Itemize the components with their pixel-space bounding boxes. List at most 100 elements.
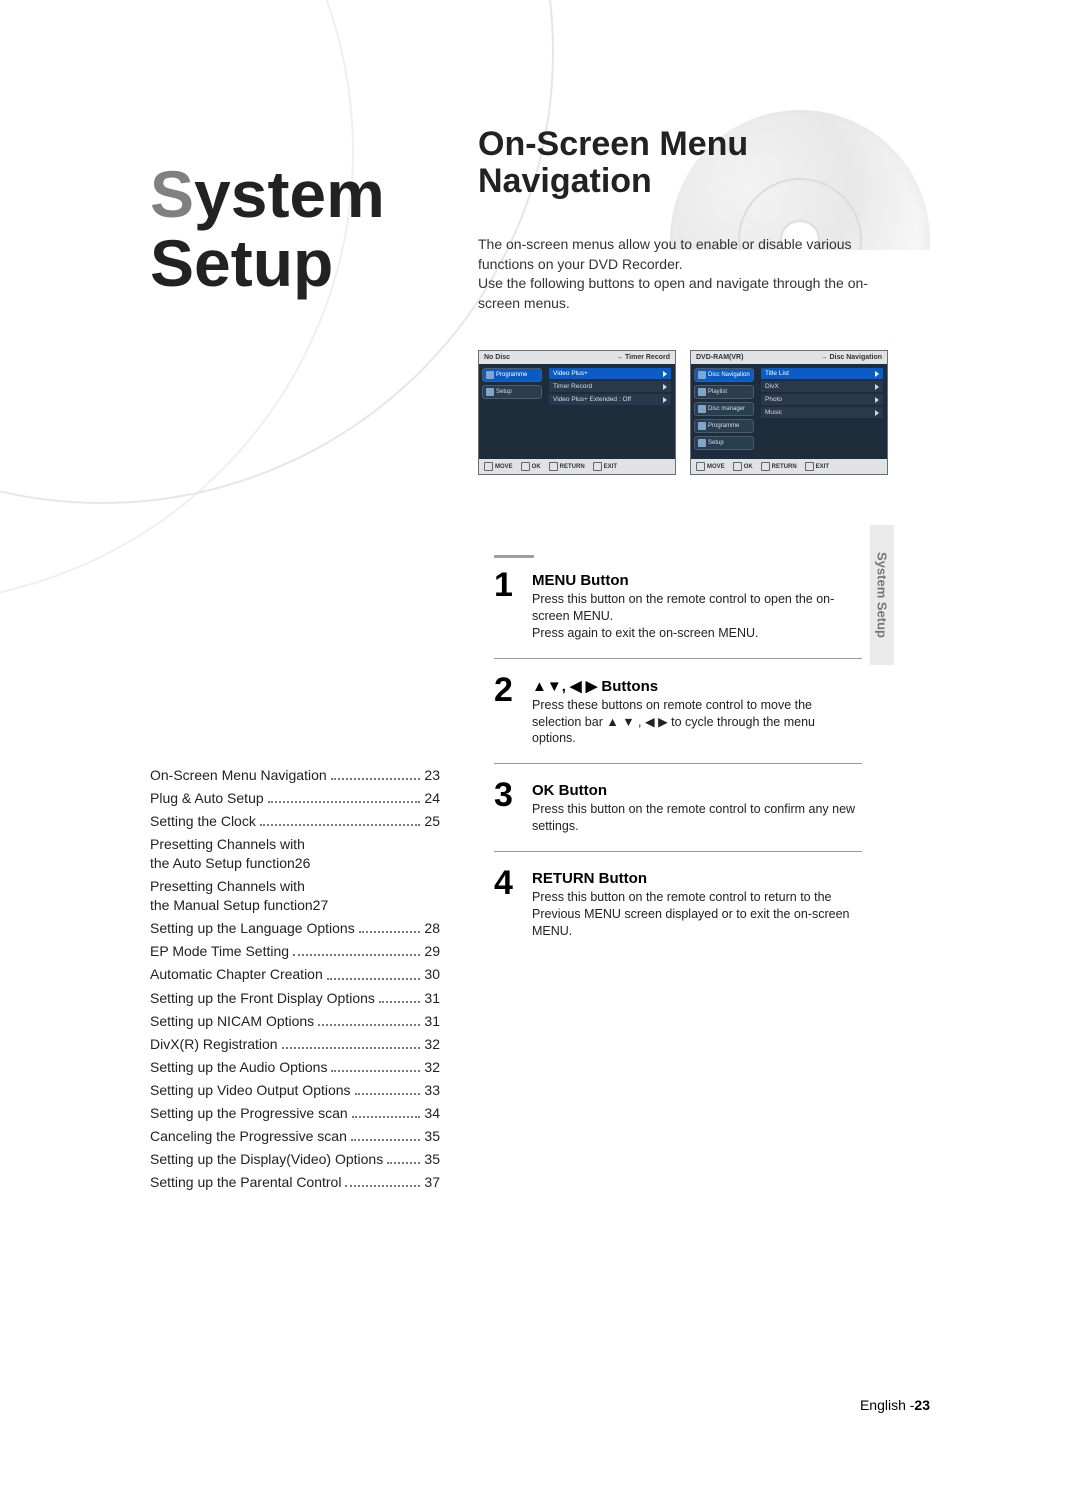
toc-entry: Setting up NICAM Options 31 xyxy=(150,1013,440,1029)
toc-page: 35 xyxy=(424,1151,440,1167)
nav-icon xyxy=(521,462,530,471)
toc-entry: Plug & Auto Setup 24 xyxy=(150,790,440,806)
toc-page: 30 xyxy=(424,966,440,982)
tab-icon xyxy=(698,388,706,396)
toc-entry: Canceling the Progressive scan35 xyxy=(150,1128,440,1144)
arrow-right-icon xyxy=(875,397,879,403)
toc-page: 28 xyxy=(424,920,440,936)
tab-icon xyxy=(698,405,706,413)
toc-title: Presetting Channels with xyxy=(150,878,440,894)
chapter-title-part: ystem xyxy=(194,157,385,231)
toc-dots xyxy=(387,1162,420,1164)
toc-title: On-Screen Menu Navigation xyxy=(150,767,327,783)
osd-dvdram: DVD-RAM(VR) → Disc Navigation Disc Navig… xyxy=(690,350,888,475)
steps-list: 1 MENU Button Press this button on the rem… xyxy=(494,555,862,972)
toc-dots xyxy=(351,1139,421,1141)
step-content: ▲▼, ◀ ▶ Buttons Press these buttons on re… xyxy=(532,675,862,748)
toc-page: 26 xyxy=(295,855,311,871)
step-body: Press this button on the remote control … xyxy=(532,889,862,940)
arrow-right-icon xyxy=(663,397,667,403)
osd-menu-item: Video Plus+ Extended : Off xyxy=(549,394,671,405)
toc-page: 24 xyxy=(424,790,440,806)
toc-title: Setting up the Language Options xyxy=(150,920,355,936)
toc-title: Plug & Auto Setup xyxy=(150,790,264,806)
toc-dots xyxy=(268,801,421,803)
nav-icon xyxy=(484,462,493,471)
toc-title: DivX(R) Registration xyxy=(150,1036,278,1052)
nav-icon xyxy=(805,462,814,471)
step: 2▲▼, ◀ ▶ ButtonsPress these buttons on r… xyxy=(494,675,862,765)
osd-tab: Disc Navigation xyxy=(694,368,754,382)
osd-menu-item: Timer Record xyxy=(549,381,671,392)
toc-title: the Manual Setup function xyxy=(150,897,313,913)
page-side-tab: System Setup xyxy=(870,525,894,665)
osd-menu: Video Plus+ Timer Record Video Plus+ Ext… xyxy=(545,364,675,459)
step-body: Press these buttons on remote control to… xyxy=(532,697,862,748)
step: 1 MENU Button Press this button on the rem… xyxy=(494,570,862,659)
step: 4RETURN ButtonPress this button on the r… xyxy=(494,868,862,956)
toc-page: 29 xyxy=(424,943,440,959)
osd-tab: Disc manager xyxy=(694,402,754,416)
toc-page: 34 xyxy=(424,1105,440,1121)
toc-entry: Setting up the Audio Options32 xyxy=(150,1059,440,1075)
osd-menu-item: Photo xyxy=(761,394,883,405)
page-footer: English -23 xyxy=(860,1397,930,1413)
osd-top-right: Disc Navigation xyxy=(829,354,882,361)
toc-entry: Setting up the Language Options 28 xyxy=(150,920,440,936)
osd-menu-item: DivX xyxy=(761,381,883,392)
toc-dots xyxy=(331,778,421,780)
osd-tab: Programme xyxy=(694,419,754,433)
toc-entry: Setting up the Front Display Options31 xyxy=(150,990,440,1006)
nav-icon xyxy=(593,462,602,471)
toc-dots xyxy=(345,1185,420,1187)
toc-dots xyxy=(260,824,421,826)
toc-entry: Presetting Channels with the Manual Setup… xyxy=(150,878,440,913)
toc-title: Automatic Chapter Creation xyxy=(150,966,323,982)
step-content: RETURN Button Press this button on the re… xyxy=(532,868,862,940)
osd-side-tabs: Disc Navigation Playlist Disc manager Pr… xyxy=(691,364,757,459)
step-body: Press this button on the remote control … xyxy=(532,801,862,835)
tab-icon xyxy=(698,371,706,379)
tab-icon xyxy=(486,371,494,379)
nav-icon xyxy=(733,462,742,471)
toc-title: Setting up NICAM Options xyxy=(150,1013,314,1029)
toc-title: Setting up the Display(Video) Options xyxy=(150,1151,383,1167)
osd-tab: Setup xyxy=(482,385,542,399)
osd-top-left: No Disc xyxy=(484,354,510,361)
toc-dots xyxy=(282,1047,421,1049)
toc-title: Setting up the Parental Control xyxy=(150,1174,341,1190)
step-number: 3 xyxy=(494,780,520,835)
osd-menu: Title List DivX Photo Music xyxy=(757,364,887,459)
toc-title: Setting up Video Output Options xyxy=(150,1082,351,1098)
toc-entry: DivX(R) Registration 32 xyxy=(150,1036,440,1052)
decorative-rule xyxy=(494,555,534,558)
toc-page: 35 xyxy=(424,1128,440,1144)
osd-menu-item: Video Plus+ xyxy=(549,368,671,379)
toc-page: 25 xyxy=(424,813,440,829)
toc-dots xyxy=(331,1070,420,1072)
toc-page: 27 xyxy=(313,897,329,913)
osd-tab: Programme xyxy=(482,368,542,382)
osd-top-right: Timer Record xyxy=(625,354,670,361)
toc-entry: Setting the Clock25 xyxy=(150,813,440,829)
step-title: ▲▼, ◀ ▶ Buttons xyxy=(532,677,862,695)
section-title: On-Screen Menu Navigation xyxy=(478,126,748,201)
step-number: 1 xyxy=(494,570,520,642)
step-title: RETURN Button xyxy=(532,870,862,887)
toc-page: 32 xyxy=(424,1036,440,1052)
toc-dots xyxy=(355,1093,421,1095)
toc-dots xyxy=(293,954,420,956)
step: 3OK ButtonPress this button on the remot… xyxy=(494,780,862,852)
osd-footer: MOVE OK RETURN EXIT xyxy=(691,459,887,474)
toc-title: the Auto Setup function xyxy=(150,855,295,871)
toc-dots xyxy=(327,978,421,980)
nav-icon xyxy=(761,462,770,471)
osd-tab: Setup xyxy=(694,436,754,450)
step-title: MENU Button xyxy=(532,572,862,589)
step-body: Press this button on the remote control … xyxy=(532,591,862,642)
toc-dots xyxy=(352,1116,421,1118)
tab-icon xyxy=(698,422,706,430)
toc-page: 31 xyxy=(424,1013,440,1029)
arrow-right-icon xyxy=(663,384,667,390)
osd-footer: MOVE OK RETURN EXIT xyxy=(479,459,675,474)
